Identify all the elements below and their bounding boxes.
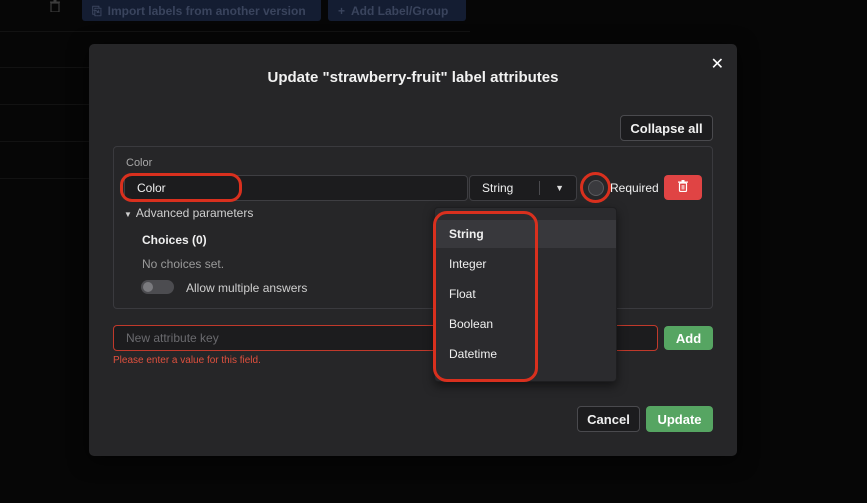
add-attribute-button[interactable]: Add xyxy=(664,326,713,350)
allow-multiple-switch[interactable] xyxy=(141,280,174,294)
attribute-panel: Color Color String ▼ Required ▼ Advanced … xyxy=(113,146,713,309)
attribute-type-value: String xyxy=(482,181,514,195)
field-error-text: Please enter a value for this field. xyxy=(113,355,261,366)
type-option-boolean[interactable]: Boolean xyxy=(435,310,616,338)
advanced-parameters-toggle[interactable]: ▼ Advanced parameters xyxy=(124,206,253,220)
attribute-type-select[interactable]: String ▼ xyxy=(469,175,577,201)
type-option-integer[interactable]: Integer xyxy=(435,250,616,278)
type-option-float[interactable]: Float xyxy=(435,280,616,308)
switch-knob xyxy=(143,282,153,292)
type-dropdown-menu: String Integer Float Boolean Datetime xyxy=(434,207,617,382)
advanced-parameters-label: Advanced parameters xyxy=(135,206,254,220)
attribute-label: Color xyxy=(126,157,153,169)
update-attributes-modal: Update "strawberry-fruit" label attribut… xyxy=(89,44,737,456)
no-choices-text: No choices set. xyxy=(142,257,225,271)
choices-title: Choices (0) xyxy=(142,233,207,247)
collapse-all-button[interactable]: Collapse all xyxy=(620,115,713,141)
select-separator xyxy=(539,181,540,195)
type-option-string[interactable]: String xyxy=(435,220,616,248)
caret-down-icon: ▼ xyxy=(555,183,564,193)
update-button[interactable]: Update xyxy=(646,406,713,432)
delete-attribute-button[interactable] xyxy=(664,175,702,200)
trash-icon xyxy=(678,179,688,197)
required-label: Required xyxy=(610,181,659,195)
modal-title: Update "strawberry-fruit" label attribut… xyxy=(267,69,559,86)
close-icon[interactable]: ✕ xyxy=(711,54,724,74)
attribute-key-input[interactable]: Color xyxy=(124,175,468,201)
required-toggle[interactable] xyxy=(588,180,604,196)
triangle-down-icon: ▼ xyxy=(124,210,132,219)
allow-multiple-label: Allow multiple answers xyxy=(186,281,308,295)
cancel-button[interactable]: Cancel xyxy=(577,406,640,432)
type-option-datetime[interactable]: Datetime xyxy=(435,340,616,368)
